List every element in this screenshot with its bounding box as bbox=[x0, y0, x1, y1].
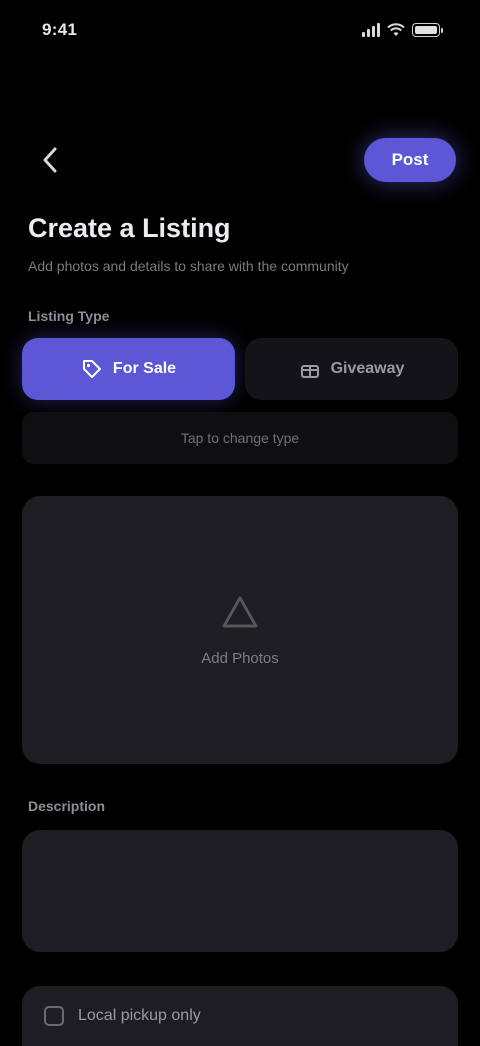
listing-type-toggle: For Sale Giveaway bbox=[22, 338, 458, 400]
description-input[interactable] bbox=[22, 830, 458, 952]
image-icon bbox=[222, 596, 258, 627]
nav-bar: Post bbox=[0, 128, 480, 192]
back-button[interactable] bbox=[28, 138, 72, 182]
chevron-left-icon bbox=[43, 147, 57, 173]
tag-icon bbox=[81, 358, 103, 380]
cellular-signal-icon bbox=[362, 23, 380, 37]
type-hint: Tap to change type bbox=[22, 412, 458, 464]
toggle-for-sale[interactable]: For Sale bbox=[22, 338, 235, 400]
pickup-checkbox[interactable] bbox=[44, 1006, 64, 1026]
wifi-icon bbox=[387, 23, 405, 36]
status-time: 9:41 bbox=[42, 20, 78, 39]
pickup-label: Local pickup only bbox=[78, 1007, 201, 1024]
upload-text: Add Photos bbox=[201, 649, 279, 667]
status-icons bbox=[362, 23, 443, 37]
toggle-for-sale-label: For Sale bbox=[112, 360, 177, 377]
status-bar: 9:41 bbox=[0, 0, 480, 60]
description-label: Description bbox=[28, 798, 106, 814]
listing-type-label: Listing Type bbox=[28, 308, 110, 324]
toggle-giveaway-label: Giveaway bbox=[330, 360, 405, 377]
hint-text: Tap to change type bbox=[180, 430, 300, 446]
pickup-option[interactable]: Local pickup only bbox=[22, 986, 458, 1046]
page-title: Create a Listing bbox=[28, 213, 231, 243]
gift-icon bbox=[299, 358, 321, 380]
photo-upload-area[interactable]: Add Photos bbox=[22, 496, 458, 764]
page-subtitle: Add photos and details to share with the… bbox=[28, 258, 349, 274]
toggle-giveaway[interactable]: Giveaway bbox=[245, 338, 458, 400]
post-button[interactable]: Post bbox=[364, 138, 456, 182]
title-block: Create a Listing Add photos and details … bbox=[28, 208, 458, 276]
battery-icon bbox=[412, 23, 443, 37]
